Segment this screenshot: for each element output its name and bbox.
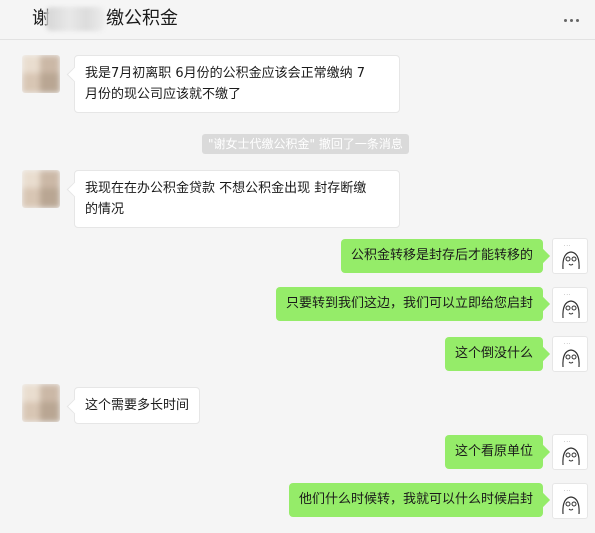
user-avatar[interactable]: · · · (552, 238, 588, 274)
message-text-line: 月份的现公司应该就不缴了 (85, 87, 242, 102)
received-message-bubble[interactable]: 这个需要多长时间 (74, 387, 201, 424)
contact-avatar[interactable] (22, 384, 60, 422)
user-avatar[interactable]: · · · (552, 434, 588, 470)
ghost-doodle-icon: · · · (562, 292, 580, 319)
chat-title: 谢 缴公积金 (32, 6, 178, 32)
user-avatar[interactable]: · · · (552, 483, 588, 519)
sent-message-bubble[interactable]: 他们什么时候转，我就可以什么时候启封 (288, 483, 543, 517)
svg-text:· · ·: · · · (564, 292, 570, 297)
ghost-doodle-icon: · · · (562, 243, 580, 270)
sent-message-bubble[interactable]: 这个看原单位 (444, 435, 543, 469)
chat-header: 谢 缴公积金 (0, 0, 595, 40)
message-text: 这个需要多长时间 (85, 398, 190, 413)
recall-notice: "谢女士代缴公积金" 撤回了一条消息 (202, 134, 409, 154)
svg-text:· · ·: · · · (564, 488, 570, 493)
message-text: 公积金转移是封存后才能转移的 (350, 248, 533, 263)
contact-avatar[interactable] (22, 170, 60, 208)
message-text-line: 我是7月初离职 6月份的公积金应该会正常缴纳 7 (85, 66, 366, 81)
svg-text:· · ·: · · · (564, 341, 570, 346)
message-text: 只要转到我们这边，我们可以立即给您启封 (285, 296, 533, 311)
message-text: 这个倒没什么 (454, 346, 533, 361)
user-avatar[interactable]: · · · (552, 336, 588, 372)
received-message-bubble[interactable]: 我现在在办公积金贷款 不想公积金出现 封存断缴 的情况 (74, 170, 400, 228)
svg-text:· · ·: · · · (564, 439, 570, 444)
redacted-name-blur (46, 7, 104, 31)
sent-message-bubble[interactable]: 只要转到我们这边，我们可以立即给您启封 (275, 287, 543, 321)
user-avatar[interactable]: · · · (552, 287, 588, 323)
more-options-icon[interactable] (561, 10, 581, 30)
message-text-line: 我现在在办公积金贷款 不想公积金出现 封存断缴 (85, 181, 367, 196)
ghost-doodle-icon: · · · (562, 439, 580, 466)
received-message-bubble[interactable]: 我是7月初离职 6月份的公积金应该会正常缴纳 7 月份的现公司应该就不缴了 (74, 55, 400, 113)
message-text: 这个看原单位 (454, 444, 533, 459)
chat-title-right: 缴公积金 (106, 8, 178, 29)
svg-text:· · ·: · · · (564, 243, 570, 248)
message-text: 他们什么时候转，我就可以什么时候启封 (298, 492, 533, 507)
ghost-doodle-icon: · · · (562, 488, 580, 515)
sent-message-bubble[interactable]: 公积金转移是封存后才能转移的 (340, 239, 543, 273)
contact-avatar[interactable] (22, 55, 60, 93)
sent-message-bubble[interactable]: 这个倒没什么 (444, 337, 543, 371)
message-text-line: 的情况 (85, 202, 125, 217)
ghost-doodle-icon: · · · (562, 341, 580, 368)
